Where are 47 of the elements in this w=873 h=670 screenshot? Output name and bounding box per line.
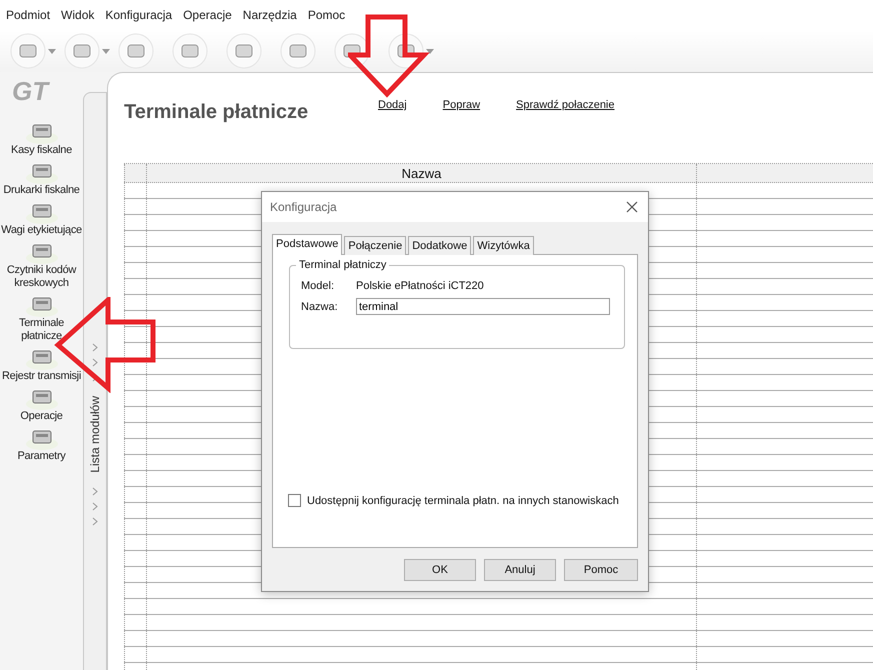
menu-item[interactable]: Konfiguracja xyxy=(105,8,172,22)
tab[interactable]: Połączenie xyxy=(344,236,406,255)
action-link[interactable]: Sprawdź połaczenie xyxy=(516,99,614,111)
field-value: Polskie ePłatności iCT220 xyxy=(356,280,484,292)
field-label: Model: xyxy=(301,280,336,292)
caret-icon[interactable] xyxy=(426,48,434,54)
toolbar-button[interactable] xyxy=(172,33,208,69)
dialog-button[interactable]: Pomoc xyxy=(564,559,638,581)
module-item[interactable]: Drukarki fiskalne xyxy=(0,184,82,197)
toolbar-button[interactable] xyxy=(118,33,154,69)
caret-icon[interactable] xyxy=(48,48,56,54)
toolbar-button[interactable] xyxy=(226,33,262,69)
checkbox-label[interactable]: Udostępnij konfigurację terminala płatn. na innych stanowiskach xyxy=(307,494,619,506)
input-field[interactable]: terminal xyxy=(356,298,610,315)
dialog-title: Konfiguracja xyxy=(270,200,337,214)
module-item[interactable]: Wagi etykietujące xyxy=(0,224,82,237)
module-item[interactable]: Operacje xyxy=(0,410,82,423)
toolbar-button[interactable] xyxy=(388,33,424,69)
tab[interactable]: Dodatkowe xyxy=(408,236,472,255)
menu-item[interactable]: Operacje xyxy=(183,8,232,22)
logo: GT xyxy=(12,76,48,107)
close-icon[interactable] xyxy=(626,201,638,213)
toolbar-button[interactable] xyxy=(10,33,46,69)
action-link[interactable]: Dodaj xyxy=(378,99,407,111)
tab[interactable]: Wizytówka xyxy=(473,236,534,255)
toolbar-button[interactable] xyxy=(334,33,370,69)
menu-item[interactable]: Pomoc xyxy=(308,8,346,22)
toolbar-button[interactable] xyxy=(64,33,100,69)
module-item[interactable]: Terminale płatnicze xyxy=(0,317,82,343)
module-list-label[interactable]: Lista modułów xyxy=(88,396,102,473)
checkbox[interactable] xyxy=(288,494,301,507)
field-label: Nazwa: xyxy=(301,300,339,312)
module-item[interactable]: Kasy fiskalne xyxy=(0,144,82,157)
module-item[interactable]: Rejestr transmisji xyxy=(0,370,82,383)
module-item[interactable]: Parametry xyxy=(0,450,82,463)
menu-item[interactable]: Podmiot xyxy=(6,8,50,22)
tab[interactable]: Podstawowe xyxy=(272,234,342,255)
dialog-button[interactable]: OK xyxy=(404,559,476,581)
toolbar-button[interactable] xyxy=(280,33,316,69)
menu-item[interactable]: Narzędzia xyxy=(242,8,297,22)
dialog-button[interactable]: Anuluj xyxy=(484,559,556,581)
caret-icon[interactable] xyxy=(102,48,110,54)
page-title: Terminale płatnicze xyxy=(124,101,310,124)
module-item[interactable]: Czytniki kodów kreskowych xyxy=(0,264,82,290)
menu-item[interactable]: Widok xyxy=(61,8,94,22)
action-link[interactable]: Popraw xyxy=(442,99,480,111)
group-title: Terminal płatniczy xyxy=(296,259,390,271)
